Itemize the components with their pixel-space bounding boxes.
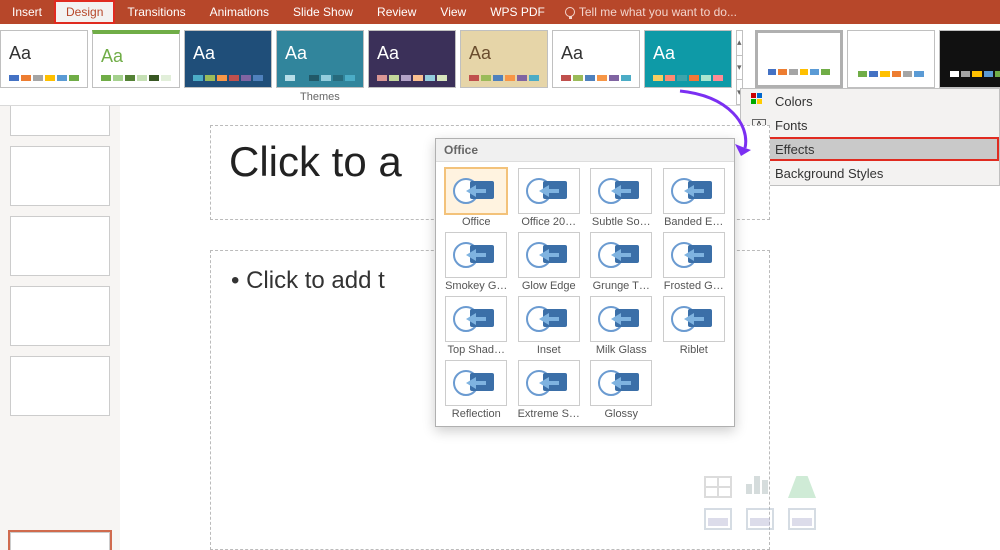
effect-thumb-icon: [590, 296, 652, 342]
effect-thumb-icon: [663, 296, 725, 342]
effect-thumb-icon: [518, 296, 580, 342]
slide-thumbnail-pane: [0, 106, 120, 550]
effects-gallery-header: Office: [436, 139, 734, 162]
tell-me-search[interactable]: Tell me what you want to do...: [557, 0, 745, 24]
slide-thumbnail[interactable]: [10, 146, 110, 206]
tab-transitions[interactable]: Transitions: [115, 0, 197, 24]
effect-thumb-icon: [590, 168, 652, 214]
effect-option[interactable]: Riblet: [660, 296, 729, 356]
effect-label: Milk Glass: [587, 344, 656, 356]
insert-online-picture-icon[interactable]: [746, 508, 774, 530]
insert-video-icon[interactable]: [788, 508, 816, 530]
theme-thumb[interactable]: Aa: [644, 30, 732, 88]
variant-thumb[interactable]: [847, 30, 935, 88]
effect-label: Riblet: [660, 344, 729, 356]
theme-thumb[interactable]: Aa: [552, 30, 640, 88]
theme-thumb[interactable]: Aa: [460, 30, 548, 88]
menu-item-label: Colors: [775, 94, 813, 109]
effect-option[interactable]: Subtle So…: [587, 168, 656, 228]
effect-label: Grunge T…: [587, 280, 656, 292]
effect-label: Glossy: [587, 408, 656, 420]
tab-review[interactable]: Review: [365, 0, 428, 24]
slide-thumbnail[interactable]: [10, 532, 110, 550]
effect-thumb-icon: [518, 232, 580, 278]
theme-scroll-down[interactable]: ▾: [737, 56, 742, 81]
effect-option[interactable]: Office 20…: [515, 168, 584, 228]
insert-picture-icon[interactable]: [704, 508, 732, 530]
slide-thumbnail[interactable]: [10, 286, 110, 346]
tab-wpspdf[interactable]: WPS PDF: [478, 0, 557, 24]
ribbon-tabs: Insert Design Transitions Animations Sli…: [0, 0, 1000, 24]
effect-option[interactable]: Inset: [515, 296, 584, 356]
insert-chart-icon[interactable]: [746, 476, 774, 498]
theme-thumb[interactable]: Aa: [0, 30, 88, 88]
tab-insert[interactable]: Insert: [0, 0, 54, 24]
tell-me-placeholder: Tell me what you want to do...: [579, 5, 737, 19]
effect-thumb-icon: [663, 232, 725, 278]
effect-option[interactable]: Milk Glass: [587, 296, 656, 356]
effects-gallery-popup: Office Office Office 20…Subtle So… Banded …: [435, 138, 735, 427]
effect-thumb-icon: [445, 168, 507, 214]
effect-option[interactable]: Glossy: [587, 360, 656, 420]
theme-gallery: AaAaAaAaAaAaAaAa: [0, 24, 736, 105]
effect-label: Subtle So…: [587, 216, 656, 228]
effect-label: Smokey G…: [442, 280, 511, 292]
effect-option[interactable]: Grunge T…: [587, 232, 656, 292]
effect-option[interactable]: Banded E…: [660, 168, 729, 228]
slide-thumbnail[interactable]: [10, 216, 110, 276]
effect-label: Banded E…: [660, 216, 729, 228]
tab-view[interactable]: View: [428, 0, 478, 24]
slide-thumbnail[interactable]: [10, 106, 110, 136]
effect-option[interactable]: Glow Edge: [515, 232, 584, 292]
lightbulb-icon: [565, 7, 575, 17]
effect-label: Top Shad…: [442, 344, 511, 356]
content-placeholder-icons: [704, 476, 820, 530]
slide-thumbnail[interactable]: [10, 356, 110, 416]
colors-icon: [751, 93, 767, 109]
effect-thumb-icon: [590, 232, 652, 278]
tab-animations[interactable]: Animations: [198, 0, 281, 24]
effect-label: Frosted G…: [660, 280, 729, 292]
theme-thumb[interactable]: Aa: [276, 30, 364, 88]
effect-label: Inset: [515, 344, 584, 356]
tab-slideshow[interactable]: Slide Show: [281, 0, 365, 24]
theme-thumb[interactable]: Aa: [184, 30, 272, 88]
theme-thumb[interactable]: Aa: [92, 30, 180, 88]
effect-label: Office 20…: [515, 216, 584, 228]
effect-option[interactable]: Office: [442, 168, 511, 228]
effect-label: Extreme S…: [515, 408, 584, 420]
themes-group-label: Themes: [300, 91, 340, 103]
effect-label: Glow Edge: [515, 280, 584, 292]
effect-option[interactable]: Frosted G…: [660, 232, 729, 292]
tab-design[interactable]: Design: [54, 0, 115, 24]
effect-option[interactable]: Smokey G…: [442, 232, 511, 292]
effect-option[interactable]: Top Shad…: [442, 296, 511, 356]
effect-label: Reflection: [442, 408, 511, 420]
design-menu-colors[interactable]: Colors: [741, 89, 999, 113]
insert-table-icon[interactable]: [704, 476, 732, 498]
effect-thumb-icon: [445, 296, 507, 342]
effect-label: Office: [442, 216, 511, 228]
variant-thumb[interactable]: [755, 30, 843, 88]
effect-option[interactable]: Reflection: [442, 360, 511, 420]
effect-thumb-icon: [445, 360, 507, 406]
insert-smartart-icon[interactable]: [788, 476, 816, 498]
effect-thumb-icon: [518, 168, 580, 214]
effect-option[interactable]: Extreme S…: [515, 360, 584, 420]
variant-thumb[interactable]: [939, 30, 1000, 88]
theme-thumb[interactable]: Aa: [368, 30, 456, 88]
effect-thumb-icon: [590, 360, 652, 406]
theme-scroll-up[interactable]: ▴: [737, 31, 742, 56]
effect-thumb-icon: [445, 232, 507, 278]
effect-thumb-icon: [663, 168, 725, 214]
effect-thumb-icon: [518, 360, 580, 406]
